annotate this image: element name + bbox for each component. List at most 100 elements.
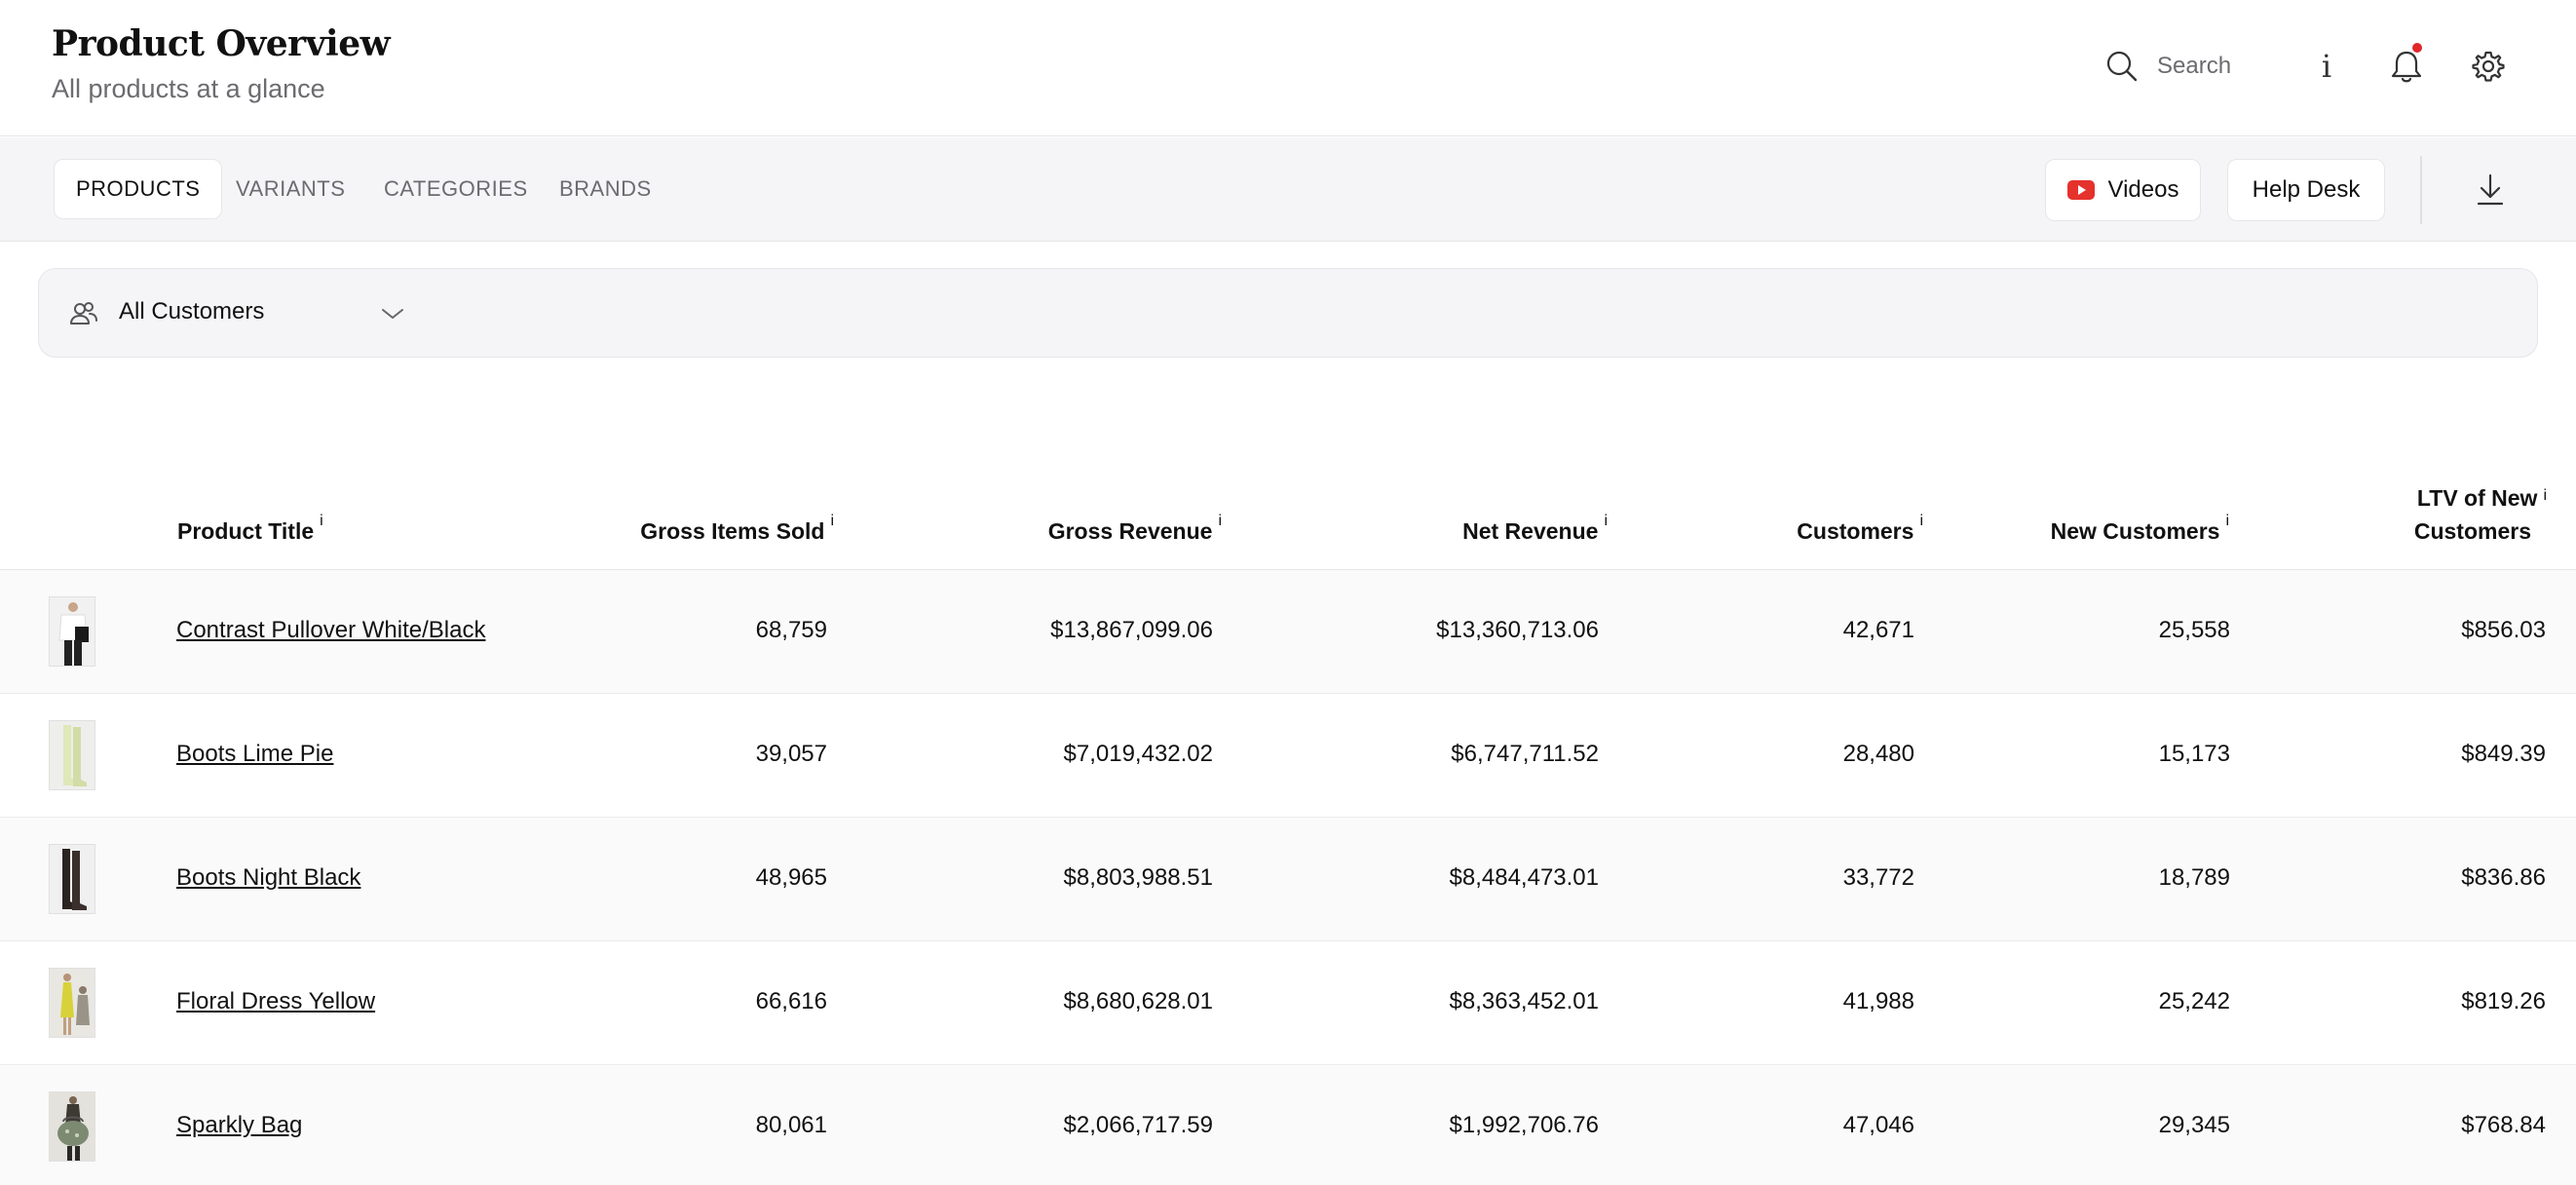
videos-button[interactable]: Videos [2045,159,2201,221]
column-header-net-revenue[interactable]: Net Revenue i [1462,513,1608,545]
net-revenue: $8,484,473.01 [1449,864,1599,891]
customers: 47,046 [1842,1112,1914,1138]
gross-revenue: $8,803,988.51 [1063,864,1213,891]
column-header-ltv-new-customers[interactable]: LTV of New i Customers [2414,479,2547,548]
table-row[interactable]: Boots Night Black 48,965 $8,803,988.51 $… [0,818,2576,941]
table-row[interactable]: Floral Dress Yellow 66,616 $8,680,628.01… [0,941,2576,1065]
ltv-new-customers: $768.84 [2461,1112,2546,1138]
table-row[interactable]: Contrast Pullover White/Black 68,759 $13… [0,570,2576,694]
ltv-new-customers: $836.86 [2461,864,2546,891]
column-label: Product Title [177,518,315,544]
tab-categories[interactable]: CATEGORIES [384,159,528,219]
bag-image [50,1092,95,1161]
net-revenue: $13,360,713.06 [1436,617,1599,643]
gross-revenue: $8,680,628.01 [1063,988,1213,1014]
column-header-new-customers[interactable]: New Customers i [2051,513,2229,545]
info-icon[interactable]: i [2225,513,2229,529]
column-header-product-title[interactable]: Product Title i [177,513,323,545]
page-subtitle: All products at a glance [52,74,325,103]
boots-image [50,845,95,913]
page-title: Product Overview [52,23,391,64]
new-customers: 15,173 [2158,741,2230,767]
dress-image [50,969,95,1037]
bell-icon [2391,51,2422,83]
new-customers: 25,242 [2158,988,2230,1014]
notifications-button[interactable] [2385,43,2428,88]
gross-items-sold: 39,057 [755,741,827,767]
column-label: Customers [2413,518,2531,544]
product-thumbnail[interactable] [49,720,95,790]
ltv-new-customers: $856.03 [2461,617,2546,643]
info-icon[interactable]: i [1218,513,1222,529]
info-icon: i [2321,48,2332,85]
column-label: LTV of New [2416,485,2538,511]
gross-items-sold: 48,965 [755,864,827,891]
gross-items-sold: 80,061 [755,1112,827,1138]
toolbar-divider [2420,156,2422,224]
column-label: Net Revenue [1462,518,1599,544]
chevron-down-icon [382,309,403,319]
customers: 41,988 [1842,988,1914,1014]
search-box[interactable] [2104,45,2299,88]
product-thumbnail[interactable] [49,968,95,1038]
search-icon [2106,51,2138,82]
info-icon[interactable]: i [830,513,834,529]
page-header: Product Overview All products at a glanc… [0,0,2576,136]
ltv-new-customers: $819.26 [2461,988,2546,1014]
column-label: Gross Items Sold [640,518,825,544]
gear-icon [2472,51,2505,82]
column-label: Gross Revenue [1047,518,1213,544]
tab-brands[interactable]: BRANDS [559,159,652,219]
customer-filter-dropdown[interactable]: All Customers [38,268,2538,358]
product-title-link[interactable]: Boots Night Black [176,864,360,892]
tab-bar: PRODUCTS VARIANTS CATEGORIES BRANDS Vide… [0,137,2576,242]
product-thumbnail[interactable] [49,844,95,914]
column-header-gross-revenue[interactable]: Gross Revenue i [1048,513,1222,545]
users-icon [70,302,97,325]
info-icon[interactable]: i [320,513,323,529]
column-header-customers[interactable]: Customers i [1797,513,1923,545]
info-icon[interactable]: i [1919,513,1923,529]
table-row[interactable]: Sparkly Bag 80,061 $2,066,717.59 $1,992,… [0,1065,2576,1185]
table-header: Product Title i Gross Items Sold i Gross R… [0,458,2576,570]
new-customers: 25,558 [2158,617,2230,643]
new-customers: 18,789 [2158,864,2230,891]
customers: 28,480 [1842,741,1914,767]
product-title-link[interactable]: Sparkly Bag [176,1112,302,1139]
gross-revenue: $7,019,432.02 [1063,741,1213,767]
notification-dot [2412,43,2422,53]
customers: 42,671 [1842,617,1914,643]
net-revenue: $6,747,711.52 [1451,741,1599,767]
info-button[interactable]: i [2305,45,2348,88]
settings-button[interactable] [2467,45,2510,88]
net-revenue: $1,992,706.76 [1449,1112,1599,1138]
new-customers: 29,345 [2158,1112,2230,1138]
product-thumbnail[interactable] [49,596,95,667]
product-title-link[interactable]: Contrast Pullover White/Black [176,617,485,644]
youtube-icon [2066,180,2095,200]
ltv-new-customers: $849.39 [2461,741,2546,767]
boots-image [50,721,95,789]
product-thumbnail[interactable] [49,1091,95,1162]
help-desk-button[interactable]: Help Desk [2227,159,2385,221]
product-title-link[interactable]: Floral Dress Yellow [176,988,375,1015]
info-icon[interactable]: i [1604,513,1608,529]
search-input[interactable] [2157,53,2284,80]
customer-filter-value: All Customers [119,298,265,325]
product-title-link[interactable]: Boots Lime Pie [176,741,333,768]
gross-items-sold: 68,759 [755,617,827,643]
videos-label: Videos [2107,176,2179,203]
customers: 33,772 [1842,864,1914,891]
tab-variants[interactable]: VARIANTS [236,159,345,219]
column-header-gross-items-sold[interactable]: Gross Items Sold i [640,513,834,545]
info-icon[interactable]: i [2543,487,2547,504]
tab-products[interactable]: PRODUCTS [54,159,223,219]
column-label: Customers [1797,518,1914,544]
net-revenue: $8,363,452.01 [1449,988,1599,1014]
gross-revenue: $13,867,099.06 [1050,617,1213,643]
column-label: New Customers [2050,518,2220,544]
table-row[interactable]: Boots Lime Pie 39,057 $7,019,432.02 $6,7… [0,694,2576,818]
download-button[interactable] [2469,166,2512,214]
gross-items-sold: 66,616 [755,988,827,1014]
pullover-image [50,597,95,666]
